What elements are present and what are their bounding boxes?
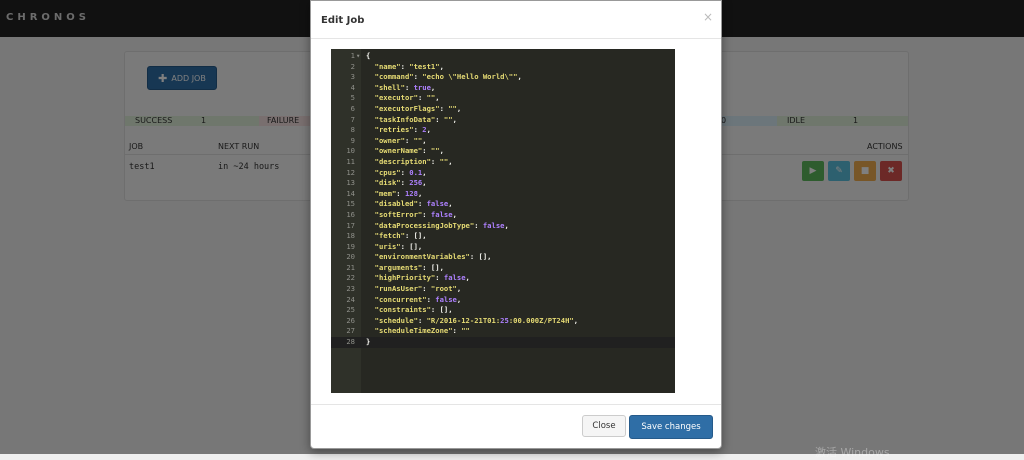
code-text: "highPriority": false, xyxy=(374,273,470,283)
code-line[interactable]: 18 "fetch": [], xyxy=(331,231,675,242)
modal-close-icon[interactable]: × xyxy=(703,10,713,24)
code-text: "disk": 256, xyxy=(374,178,427,188)
line-number: 8 xyxy=(350,125,355,135)
code-text: "fetch": [], xyxy=(374,231,427,241)
code-line[interactable]: 19 "uris": [], xyxy=(331,242,675,253)
line-number: 17 xyxy=(346,220,355,230)
code-text: "arguments": [], xyxy=(374,262,444,272)
code-line[interactable]: 3 "command": "echo \"Hello World\"", xyxy=(331,72,675,83)
code-line[interactable]: 8 "retries": 2, xyxy=(331,125,675,136)
line-number: 23 xyxy=(346,284,355,294)
line-number: 2 xyxy=(350,61,355,71)
code-text: "ownerName": "", xyxy=(374,146,444,156)
fold-arrow-icon[interactable]: ▾ xyxy=(356,51,360,62)
code-line[interactable]: 10 "ownerName": "", xyxy=(331,146,675,157)
code-text: "mem": 128, xyxy=(374,188,423,198)
line-number: 3 xyxy=(350,72,355,82)
line-number: 25 xyxy=(346,305,355,315)
code-text: "runAsUser": "root", xyxy=(374,284,462,294)
code-text: "name": "test1", xyxy=(374,61,444,71)
modal-footer-divider xyxy=(311,404,721,405)
code-text: } xyxy=(366,337,371,347)
code-text: "taskInfoData": "", xyxy=(374,114,457,124)
line-number: 1 xyxy=(350,51,355,60)
code-text: "environmentVariables": [], xyxy=(374,252,492,262)
code-line[interactable]: 20 "environmentVariables": [], xyxy=(331,252,675,263)
code-text: "schedule": "R/2016-12-21T01:25:00.000Z/… xyxy=(374,315,579,325)
line-number: 27 xyxy=(346,326,355,336)
code-text: "scheduleTimeZone": "" xyxy=(374,326,470,336)
line-number: 14 xyxy=(346,188,355,198)
windows-activation-watermark: 激活 Windows xyxy=(815,446,890,459)
line-number: 12 xyxy=(346,167,355,177)
line-number: 24 xyxy=(346,294,355,304)
line-number: 13 xyxy=(346,178,355,188)
json-editor[interactable]: 1 ▾{2 "name": "test1", 3 "command": "echo … xyxy=(331,49,675,393)
code-line[interactable]: 25 "constraints": [], xyxy=(331,305,675,316)
line-number: 15 xyxy=(346,199,355,209)
code-line[interactable]: 7 "taskInfoData": "", xyxy=(331,115,675,126)
code-line[interactable]: 14 "mem": 128, xyxy=(331,189,675,200)
code-line[interactable]: 23 "runAsUser": "root", xyxy=(331,284,675,295)
code-text: "retries": 2, xyxy=(374,125,431,135)
code-text: "concurrent": false, xyxy=(374,294,462,304)
code-line[interactable]: 17 "dataProcessingJobType": false, xyxy=(331,221,675,232)
code-text: "uris": [], xyxy=(374,241,423,251)
line-number: 18 xyxy=(346,231,355,241)
code-line[interactable]: 22 "highPriority": false, xyxy=(331,273,675,284)
code-line[interactable]: 16 "softError": false, xyxy=(331,210,675,221)
code-line[interactable]: 5 "executor": "", xyxy=(331,93,675,104)
code-line[interactable]: 2 "name": "test1", xyxy=(331,62,675,73)
code-text: "executor": "", xyxy=(374,93,440,103)
close-button[interactable]: Close xyxy=(582,415,626,437)
line-number: 6 xyxy=(350,103,355,113)
code-text: "dataProcessingJobType": false, xyxy=(374,220,509,230)
code-line[interactable]: 11 "description": "", xyxy=(331,157,675,168)
line-number: 9 xyxy=(350,135,355,145)
line-number: 16 xyxy=(346,209,355,219)
code-text: "executorFlags": "", xyxy=(374,103,462,113)
code-text: "description": "", xyxy=(374,156,453,166)
code-text: "cpus": 0.1, xyxy=(374,167,427,177)
code-text: "constraints": [], xyxy=(374,305,453,315)
line-number: 21 xyxy=(346,262,355,272)
line-number: 20 xyxy=(346,252,355,262)
modal-header-divider xyxy=(311,38,721,39)
line-number: 26 xyxy=(346,315,355,325)
code-line[interactable]: 6 "executorFlags": "", xyxy=(331,104,675,115)
edit-job-modal: Edit Job × 1 ▾{2 "name": "test1", 3 "comma… xyxy=(310,0,722,449)
save-changes-button[interactable]: Save changes xyxy=(629,415,713,439)
line-number: 7 xyxy=(350,114,355,124)
line-number: 28 xyxy=(346,337,355,347)
modal-title: Edit Job xyxy=(321,15,365,26)
code-line[interactable]: 26 "schedule": "R/2016-12-21T01:25:00.00… xyxy=(331,316,675,327)
code-text: "owner": "", xyxy=(374,135,427,145)
line-number: 19 xyxy=(346,241,355,251)
code-line[interactable]: 24 "concurrent": false, xyxy=(331,295,675,306)
code-text: "disabled": false, xyxy=(374,199,453,209)
editor-lines: 1 ▾{2 "name": "test1", 3 "command": "echo … xyxy=(331,51,675,348)
code-text: { xyxy=(366,51,371,60)
code-line[interactable]: 12 "cpus": 0.1, xyxy=(331,168,675,179)
line-number: 10 xyxy=(346,146,355,156)
line-number: 4 xyxy=(350,82,355,92)
code-text: "command": "echo \"Hello World\"", xyxy=(374,72,522,82)
line-number: 5 xyxy=(350,93,355,103)
code-line[interactable]: 15 "disabled": false, xyxy=(331,199,675,210)
code-line[interactable]: 1 ▾ { xyxy=(331,51,675,62)
code-line[interactable]: 9 "owner": "", xyxy=(331,136,675,147)
line-number: 11 xyxy=(346,156,355,166)
code-line[interactable]: 4 "shell": true, xyxy=(331,83,675,94)
code-line[interactable]: 27 "scheduleTimeZone": "" xyxy=(331,326,675,337)
code-line[interactable]: 28} xyxy=(331,337,675,348)
code-line[interactable]: 13 "disk": 256, xyxy=(331,178,675,189)
code-text: "softError": false, xyxy=(374,209,457,219)
code-line[interactable]: 21 "arguments": [], xyxy=(331,263,675,274)
code-text: "shell": true, xyxy=(374,82,436,92)
line-number: 22 xyxy=(346,273,355,283)
